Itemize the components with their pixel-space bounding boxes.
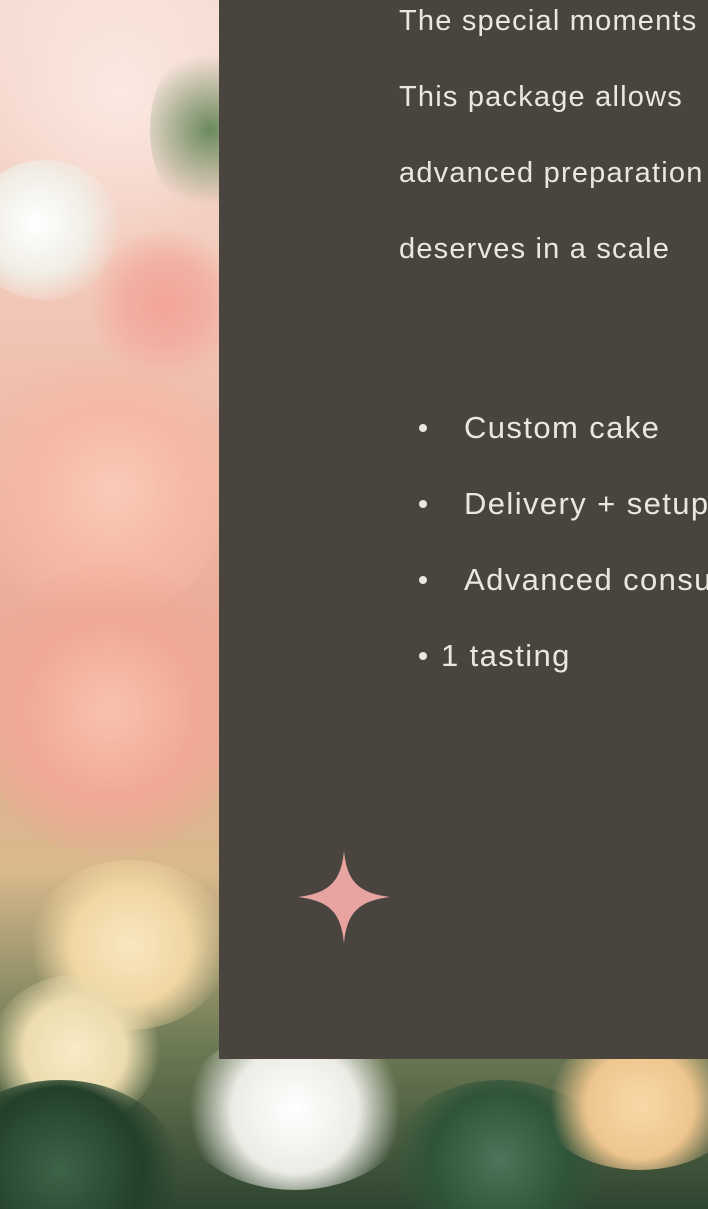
feature-label: Custom cake [464,410,661,445]
feature-label: 1 tasting [441,638,571,673]
bullet-dot-icon [419,423,427,432]
feature-item-advanced-consultation: Advanced consultation [419,560,708,600]
bullet-dot-icon [419,651,427,660]
leaf-cluster [0,1080,180,1209]
feature-item-tasting: 1 tasting [419,636,571,676]
bullet-dot-icon [419,575,427,584]
intro-line: This package allows [399,81,683,113]
peach-hydrangea [0,560,240,860]
feature-item-delivery-setup: Delivery + setup [419,484,708,524]
intro-line: deserves in a scale [399,233,671,265]
feature-label: Delivery + setup [464,486,708,521]
four-point-star-icon [298,851,390,943]
intro-line: advanced preparation [399,157,704,189]
package-description-panel: The special moments This package allows … [219,0,708,1059]
feature-label: Advanced consultation [464,562,708,597]
package-page: The special moments This package allows … [0,0,708,1209]
bullet-dot-icon [419,499,427,508]
feature-item-custom-cake: Custom cake [419,408,660,448]
intro-line: The special moments [399,5,698,37]
pink-peony [90,230,240,380]
